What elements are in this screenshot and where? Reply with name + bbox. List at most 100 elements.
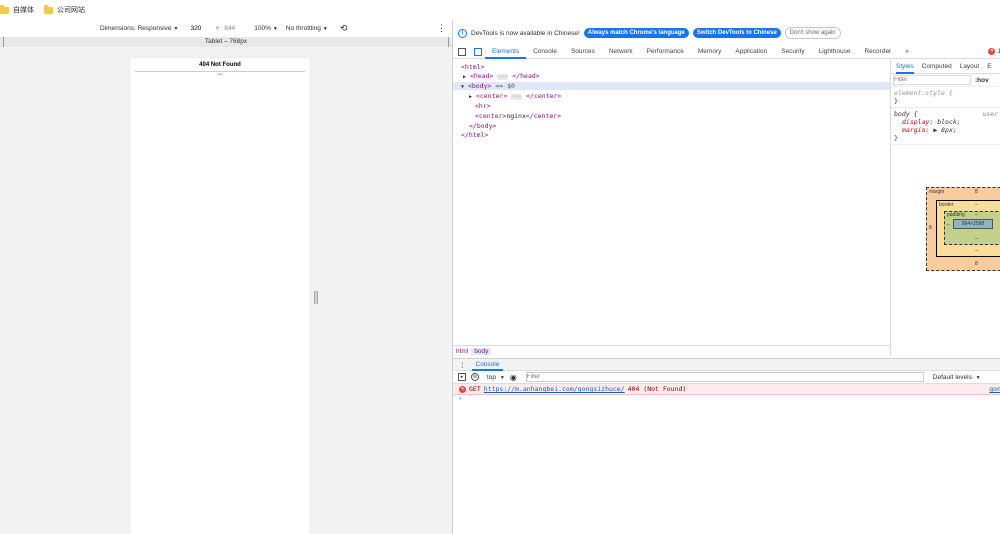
switch-chinese-button[interactable]: Switch DevTools to Chinese [692, 28, 781, 38]
tab-recorder[interactable]: Recorder [857, 45, 898, 59]
match-language-button[interactable]: Always match Chrome's language [583, 28, 689, 38]
box-model-margin[interactable]: margin 8 8 8 border – – padding – – 964×… [926, 187, 1000, 271]
error-method: GET [469, 385, 481, 393]
body-user-agent-rule[interactable]: body {user display: block; margin: ▶ 8px… [891, 108, 1000, 145]
device-width-input[interactable] [188, 24, 213, 33]
ellipsis-icon[interactable]: ··· [511, 94, 523, 100]
styles-sidebar: Styles Computed Layout E :hov element.st… [890, 60, 1000, 357]
inspect-element-icon[interactable] [458, 47, 466, 56]
box-model-padding[interactable]: padding – – 964×2568 – [944, 211, 1000, 245]
dimensions-label: Dimensions: Responsive [100, 25, 172, 32]
dom-node-body-close[interactable]: </body> [469, 122, 496, 130]
rule-close: } [894, 97, 898, 105]
tab-memory[interactable]: Memory [691, 45, 728, 59]
sidebar-toggle-icon[interactable]: ▸ [458, 373, 466, 381]
dom-node-html-close[interactable]: </html> [461, 131, 488, 139]
tag-text: </body> [469, 122, 497, 130]
device-height-input[interactable] [222, 24, 247, 33]
clear-console-icon[interactable]: ⊘ [471, 373, 479, 381]
context-selector[interactable]: top ▼ [487, 374, 505, 381]
breadcrumb-html[interactable]: html [453, 348, 471, 355]
error-source-link[interactable]: gon [989, 385, 1000, 393]
breadcrumb-body[interactable]: body [471, 348, 492, 355]
styles-filter-row: :hov [891, 74, 1000, 87]
border-label: border [939, 202, 954, 208]
tab-lighthouse[interactable]: Lighthouse [812, 45, 858, 59]
dom-node-hr[interactable]: <hr> [475, 102, 491, 110]
tab-computed[interactable]: Computed [922, 63, 952, 70]
dom-node-html[interactable]: <html> [461, 63, 484, 71]
tab-security[interactable]: Security [774, 45, 811, 59]
more-tabs-icon[interactable]: » [898, 45, 916, 59]
emulated-device-page: 404 Not Found nginx [130, 58, 310, 534]
tag-text: <html> [461, 63, 485, 71]
drawer-tab-console[interactable]: Console [471, 359, 504, 371]
styles-tab-bar: Styles Computed Layout E [891, 60, 1000, 74]
console-error-row[interactable]: × GET https://m.anhangbei.com/gongsizhuc… [453, 384, 1000, 395]
console-prompt[interactable]: › [453, 395, 1000, 402]
tag-text: <body> [467, 82, 492, 90]
devtools-tab-bar: Elements Console Sources Network Perform… [453, 45, 1000, 59]
tag-text: <hr> [475, 102, 491, 110]
dimensions-dropdown[interactable]: Dimensions: Responsive ▼ [100, 25, 179, 32]
tab-styles[interactable]: Styles [896, 60, 914, 74]
tag-text: </head> [512, 72, 540, 80]
console-drawer: ⋮ Console ▸ ⊘ top ▼ ◉ Default levels ▼ × [453, 358, 1000, 534]
devtools-panel: i DevTools is now available in Chinese! … [452, 20, 1000, 534]
dom-node-body[interactable]: ▼ <body> == $0 [453, 82, 890, 90]
error-url-link[interactable]: https://m.anhangbei.com/gongsizhuce/ [484, 385, 625, 393]
tab-application[interactable]: Application [728, 45, 774, 59]
element-style-rule[interactable]: element.style { } [891, 87, 1000, 108]
border-bottom-value: – [975, 248, 978, 254]
device-menu-icon[interactable]: ⋮ [437, 23, 446, 34]
padding-top-value: – [975, 212, 978, 218]
tab-sources[interactable]: Sources [564, 45, 602, 59]
console-filter-input[interactable] [525, 372, 924, 382]
tab-network[interactable]: Network [602, 45, 640, 59]
error-counter[interactable]: × 1 [988, 48, 1000, 55]
ellipsis-icon[interactable]: ··· [497, 74, 509, 80]
bookmark-label: 自媒体 [13, 7, 34, 14]
zoom-dropdown[interactable]: 100% ▼ [254, 25, 278, 32]
collapse-triangle-icon[interactable]: ▼ [461, 84, 464, 90]
browser-window: 自媒体 公司网站 Dimensions: Responsive ▼ × 100%… [0, 0, 1000, 534]
tab-console[interactable]: Console [526, 45, 564, 59]
tab-elements[interactable]: Elements [485, 45, 527, 59]
box-model-border[interactable]: border – – padding – – 964×2568 – [936, 200, 1000, 257]
rule-selector: body { [894, 110, 918, 118]
device-toolbar: Dimensions: Responsive ▼ × 100% ▼ No thr… [0, 20, 452, 37]
eye-icon[interactable]: ◉ [510, 373, 517, 382]
rotate-icon[interactable]: ⟲ [340, 23, 348, 34]
styles-filter-input[interactable] [893, 75, 971, 85]
rule-close: } [894, 134, 898, 142]
bookmark-company-site[interactable]: 公司网站 [44, 4, 85, 15]
css-property: margin [902, 126, 926, 134]
margin-left-value: 8 [929, 225, 932, 231]
drawer-menu-icon[interactable]: ⋮ [453, 361, 472, 369]
dont-show-again-button[interactable]: Don't show again [784, 27, 841, 39]
dom-node-center[interactable]: ▶ <center> ··· </center> [469, 92, 561, 100]
caret-down-icon: ▼ [975, 374, 981, 381]
device-toggle-icon[interactable] [474, 47, 482, 56]
bookmark-zimeiti[interactable]: 自媒体 [0, 4, 34, 15]
device-resize-handle[interactable] [314, 291, 318, 304]
dom-node-head[interactable]: ▶ <head> ··· </head> [463, 72, 540, 80]
expand-triangle-icon[interactable]: ▶ [463, 74, 466, 80]
tab-layout[interactable]: Layout [960, 63, 980, 70]
box-model-content[interactable]: 964×2568 [953, 219, 993, 229]
dom-node-center-nginx[interactable]: <center>nginx</center> [475, 112, 561, 120]
throttling-dropdown[interactable]: No throttling ▼ [286, 25, 328, 32]
drawer-tab-bar: ⋮ Console [453, 359, 1000, 371]
info-icon: i [458, 28, 467, 38]
border-top-value: – [975, 202, 978, 208]
media-query-bar[interactable]: Tablet – 768px [0, 37, 452, 47]
log-levels-dropdown[interactable]: Default levels ▼ [933, 374, 981, 381]
breadcrumb: html body [453, 345, 890, 357]
tab-performance[interactable]: Performance [640, 45, 691, 59]
error-icon: × [459, 385, 466, 393]
error-icon: × [988, 48, 996, 55]
expand-triangle-icon[interactable]: ▶ [469, 94, 472, 100]
hover-state-toggle[interactable]: :hov [975, 77, 989, 84]
tab-event-listeners[interactable]: E [987, 63, 991, 70]
zoom-label: 100% [254, 25, 271, 32]
